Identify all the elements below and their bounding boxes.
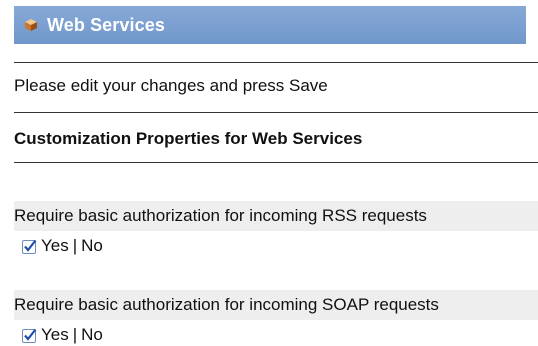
web-services-settings-page: Web Services Please edit your changes an… — [0, 0, 538, 346]
option-separator: | — [72, 236, 78, 255]
option-separator: | — [72, 325, 78, 344]
property-label-soap: Require basic authorization for incoming… — [14, 290, 538, 320]
no-option[interactable]: No — [81, 325, 103, 345]
section-title: Customization Properties for Web Service… — [14, 129, 363, 148]
property-option-soap: Yes | No — [22, 325, 103, 345]
soap-auth-checkbox[interactable] — [22, 328, 37, 343]
yes-option[interactable]: Yes — [41, 236, 69, 256]
rss-auth-checkbox[interactable] — [22, 239, 37, 254]
section-header-bar: Web Services — [14, 6, 526, 44]
property-option-rss: Yes | No — [22, 236, 103, 256]
divider — [14, 112, 538, 113]
header-title: Web Services — [47, 14, 165, 35]
no-option[interactable]: No — [81, 236, 103, 256]
instruction-text: Please edit your changes and press Save — [14, 76, 328, 95]
property-label-rss: Require basic authorization for incoming… — [14, 201, 538, 231]
divider — [14, 62, 538, 63]
yes-option[interactable]: Yes — [41, 325, 69, 345]
divider — [14, 162, 538, 163]
cube-icon — [24, 18, 38, 32]
